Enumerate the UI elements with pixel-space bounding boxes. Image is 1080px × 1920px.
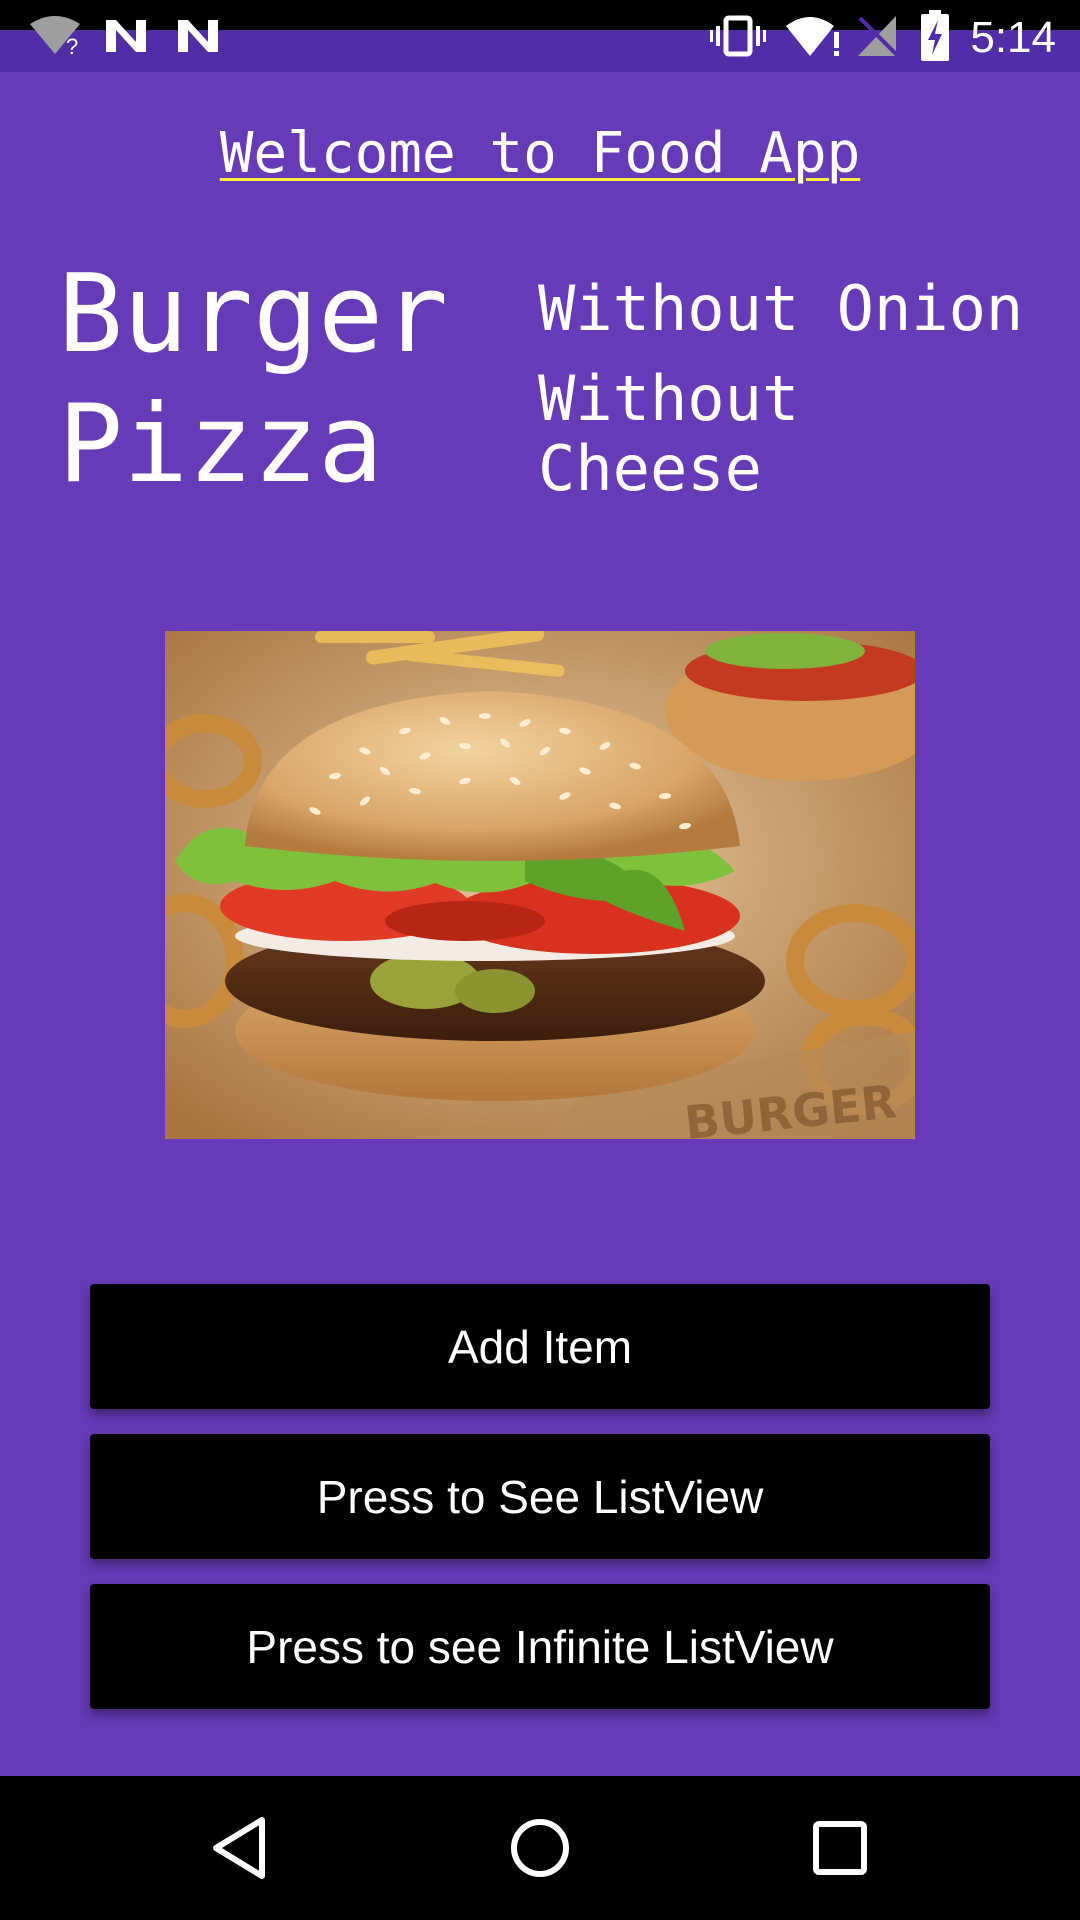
app-screen: ? 5:14 Welcome to Food App Burger Pizza … [0, 0, 1080, 1920]
notification-n-icon [106, 20, 146, 52]
nav-home-button[interactable] [460, 1776, 620, 1920]
wifi-unknown-icon: ? [30, 16, 80, 56]
svg-text:?: ? [66, 34, 78, 56]
vibrate-icon [710, 15, 766, 57]
status-clock: 5:14 [970, 13, 1056, 62]
no-signal-icon [858, 16, 900, 58]
food-item-burger: Burger [58, 252, 449, 377]
status-icons: ? 5:14 [0, 0, 1080, 72]
option-without-cheese: Without Cheese [538, 362, 800, 505]
see-listview-button[interactable]: Press to See ListView [90, 1434, 990, 1559]
home-icon [511, 1819, 569, 1877]
nav-recents-button[interactable] [760, 1776, 920, 1920]
food-list: Burger Pizza [58, 250, 448, 510]
navigation-bar [0, 1776, 1080, 1920]
food-item-pizza: Pizza [58, 382, 384, 507]
welcome-title-text: Welcome to Food App [219, 121, 861, 186]
notification-n-icon [178, 20, 218, 52]
see-infinite-listview-button[interactable]: Press to see Infinite ListView [90, 1584, 990, 1709]
option-without-onion: Without Onion [538, 272, 1024, 345]
nav-back-button[interactable] [160, 1776, 320, 1920]
battery-charging-icon [921, 10, 949, 61]
page-title: Welcome to Food App [0, 118, 1080, 190]
wifi-warning-icon [786, 17, 839, 56]
add-item-button[interactable]: Add Item [90, 1284, 990, 1409]
options-list: Without Onion Without Cheese [538, 274, 1038, 504]
recents-icon [813, 1821, 867, 1875]
burger-image: BURGER [165, 631, 915, 1139]
back-icon [213, 1817, 265, 1879]
